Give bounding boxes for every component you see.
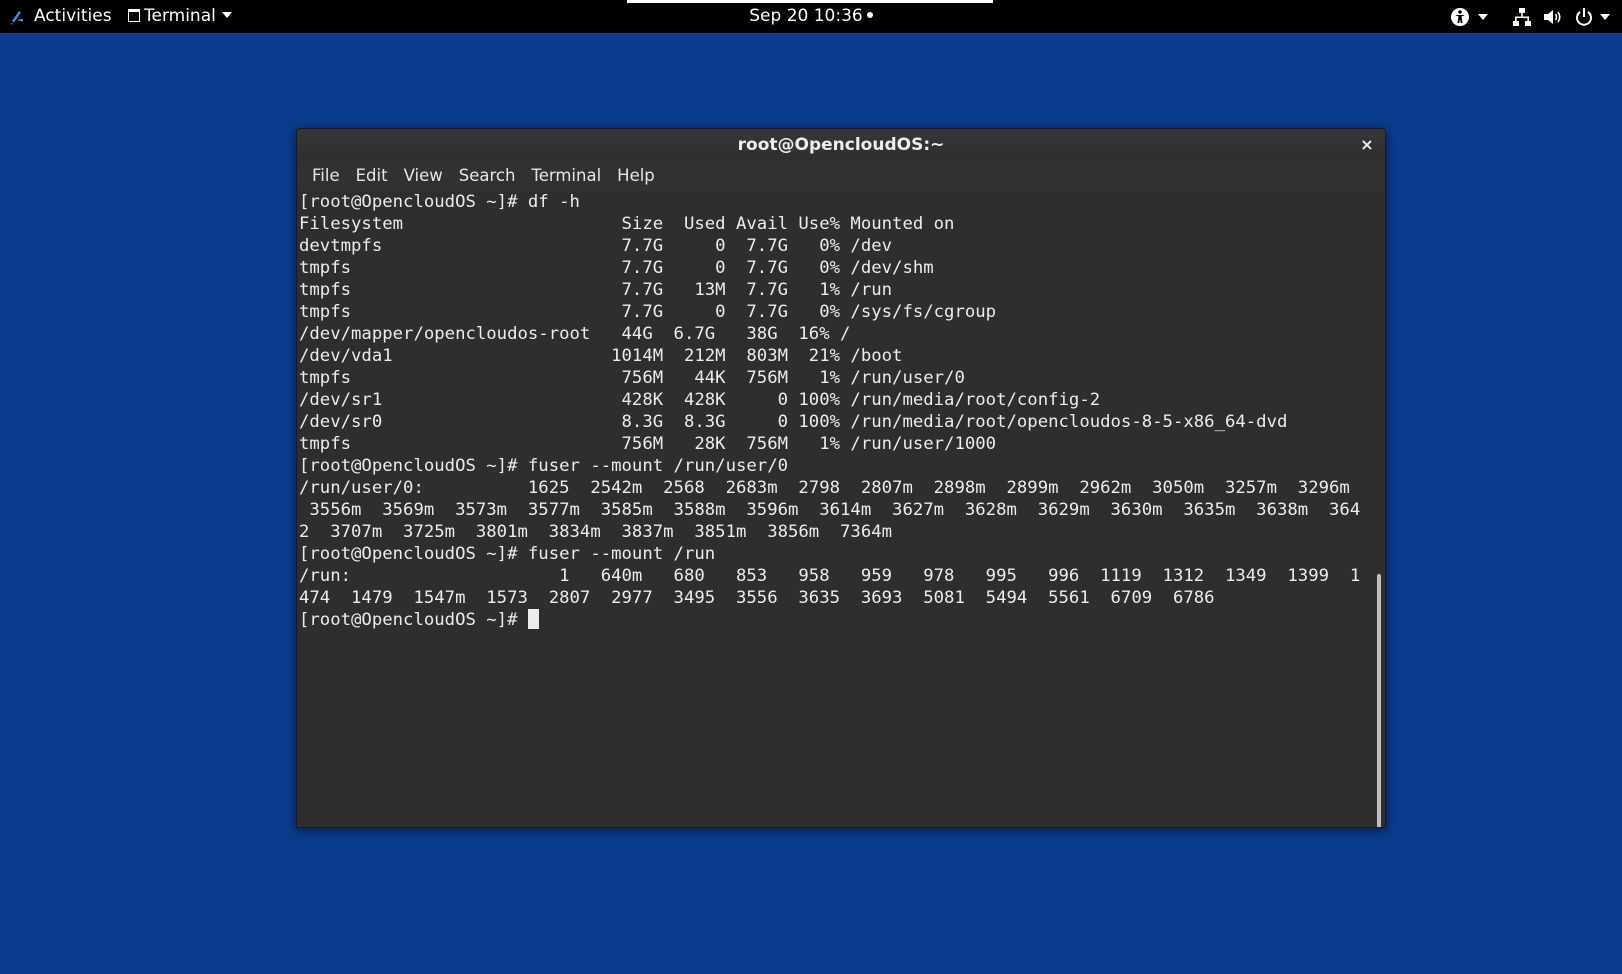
terminal-output-area[interactable]: [root@OpencloudOS ~]# df -h Filesystem S…	[297, 191, 1385, 827]
accessibility-caret-icon	[1478, 13, 1488, 20]
menu-terminal[interactable]: Terminal	[523, 161, 609, 191]
volume-icon[interactable]	[1542, 7, 1564, 27]
terminal-line: tmpfs 7.7G 0 7.7G 0% /sys/fs/cgroup	[299, 302, 997, 322]
top-bar: Activities Terminal Sep 20 10:36	[0, 0, 1622, 33]
terminal-line: /dev/sr1 428K 428K 0 100% /run/media/roo…	[299, 390, 1101, 410]
terminal-line: 3556m 3569m 3573m 3577m 3585m 3588m 3596…	[299, 500, 1361, 520]
terminal-line: [root@OpencloudOS ~]# df -h	[299, 192, 580, 212]
terminal-prompt: [root@OpencloudOS ~]#	[299, 610, 528, 630]
close-button[interactable]: ×	[1357, 135, 1377, 155]
menu-file[interactable]: File	[304, 161, 348, 191]
menu-help[interactable]: Help	[609, 161, 663, 191]
terminal-line: tmpfs 7.7G 13M 7.7G 1% /run	[299, 280, 893, 300]
terminal-line: /run: 1 640m 680 853 958 959 978 995 996…	[299, 566, 1361, 586]
system-menu-caret-icon	[1600, 13, 1610, 20]
terminal-text[interactable]: [root@OpencloudOS ~]# df -h Filesystem S…	[299, 191, 1360, 631]
scrollbar[interactable]	[1377, 574, 1381, 827]
terminal-line: tmpfs 756M 44K 756M 1% /run/user/0	[299, 368, 965, 388]
terminal-line: /dev/mapper/opencloudos-root 44G 6.7G 38…	[299, 324, 851, 344]
menu-bar: File Edit View Search Terminal Help	[297, 161, 1385, 191]
notification-dot-icon	[866, 12, 873, 18]
terminal-line: /dev/sr0 8.3G 8.3G 0 100% /run/media/roo…	[299, 412, 1288, 432]
menu-edit[interactable]: Edit	[348, 161, 396, 191]
text-cursor	[527, 609, 539, 629]
terminal-line: devtmpfs 7.7G 0 7.7G 0% /dev	[299, 236, 893, 256]
terminal-line: tmpfs 7.7G 0 7.7G 0% /dev/shm	[299, 258, 934, 278]
terminal-line: Filesystem Size Used Avail Use% Mounted …	[299, 214, 955, 234]
terminal-line: [root@OpencloudOS ~]# fuser --mount /run	[299, 544, 716, 564]
window-titlebar[interactable]: root@OpencloudOS:~ ×	[297, 129, 1385, 161]
terminal-line: /dev/vda1 1014M 212M 803M 21% /boot	[299, 346, 903, 366]
terminal-line: 474 1479 1547m 1573 2807 2977 3495 3556 …	[299, 588, 1215, 608]
accessibility-icon[interactable]	[1450, 7, 1470, 27]
terminal-line: [root@OpencloudOS ~]# fuser --mount /run…	[299, 456, 788, 476]
terminal-line: /run/user/0: 1625 2542m 2568 2683m 2798 …	[299, 478, 1350, 498]
menu-search[interactable]: Search	[451, 161, 524, 191]
network-icon[interactable]	[1512, 7, 1532, 27]
system-tray[interactable]	[1450, 0, 1610, 33]
power-icon[interactable]	[1574, 7, 1594, 27]
clock-text: Sep 20 10:36	[749, 6, 863, 26]
window-title: root@OpencloudOS:~	[737, 135, 945, 155]
terminal-window[interactable]: root@OpencloudOS:~ × File Edit View Sear…	[296, 128, 1386, 828]
menu-view[interactable]: View	[396, 161, 451, 191]
terminal-line: 2 3707m 3725m 3801m 3834m 3837m 3851m 38…	[299, 522, 893, 542]
clock-button[interactable]: Sep 20 10:36	[0, 0, 1622, 33]
terminal-line: tmpfs 756M 28K 756M 1% /run/user/1000	[299, 434, 997, 454]
